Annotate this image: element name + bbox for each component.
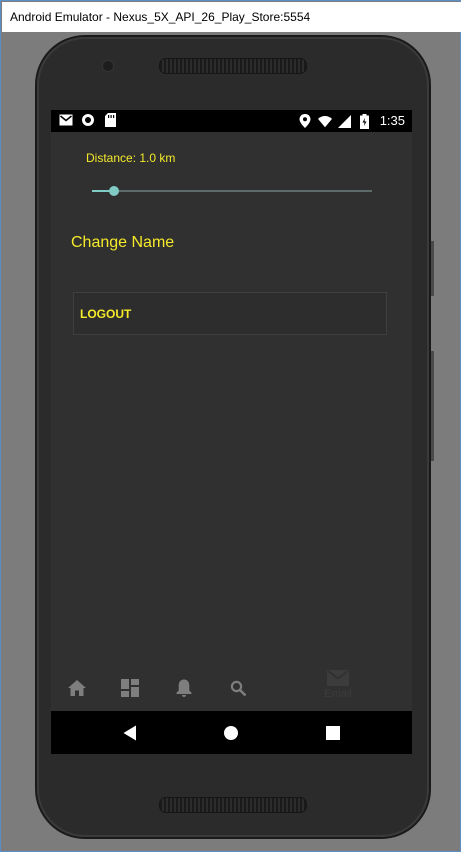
- wifi-icon: [317, 114, 332, 128]
- logout-label: LOGOUT: [80, 307, 132, 321]
- gmail-icon: [59, 113, 73, 127]
- location-icon: [298, 114, 312, 128]
- power-button[interactable]: [431, 241, 434, 296]
- email-icon: [327, 670, 349, 686]
- sd-card-icon: [103, 113, 117, 127]
- change-name-button[interactable]: Change Name: [71, 234, 174, 252]
- status-bar: 1:35: [51, 110, 412, 132]
- distance-label: Distance: 1.0 km: [86, 151, 176, 165]
- slider-track: [92, 190, 372, 192]
- email-label: Email: [324, 688, 352, 700]
- recents-button[interactable]: [321, 721, 345, 745]
- front-camera: [102, 60, 114, 72]
- status-time: 1:35: [379, 113, 405, 128]
- search-icon[interactable]: [226, 676, 250, 700]
- emulator-window: Android Emulator - Nexus_5X_API_26_Play_…: [0, 0, 461, 852]
- slider-thumb[interactable]: [109, 186, 119, 196]
- window-title: Android Emulator - Nexus_5X_API_26_Play_…: [2, 2, 461, 32]
- bottom-speaker: [159, 797, 307, 813]
- volume-button[interactable]: [431, 351, 434, 461]
- battery-icon: [358, 113, 372, 129]
- signal-icon: [338, 114, 352, 128]
- system-navigation-bar: [51, 711, 412, 754]
- email-tab[interactable]: Email: [309, 670, 367, 700]
- dashboard-icon[interactable]: [118, 676, 142, 700]
- notifications-icon[interactable]: [172, 676, 196, 700]
- top-speaker: [159, 58, 307, 74]
- home-icon[interactable]: [65, 676, 89, 700]
- record-icon: [81, 113, 95, 127]
- bottom-navigation: Email: [51, 666, 412, 711]
- back-button[interactable]: [118, 721, 142, 745]
- distance-slider[interactable]: [92, 182, 372, 200]
- device-screen: 1:35 Distance: 1.0 km Change Name LOGOUT: [51, 110, 412, 754]
- logout-button[interactable]: LOGOUT: [73, 292, 387, 335]
- home-button[interactable]: [219, 721, 243, 745]
